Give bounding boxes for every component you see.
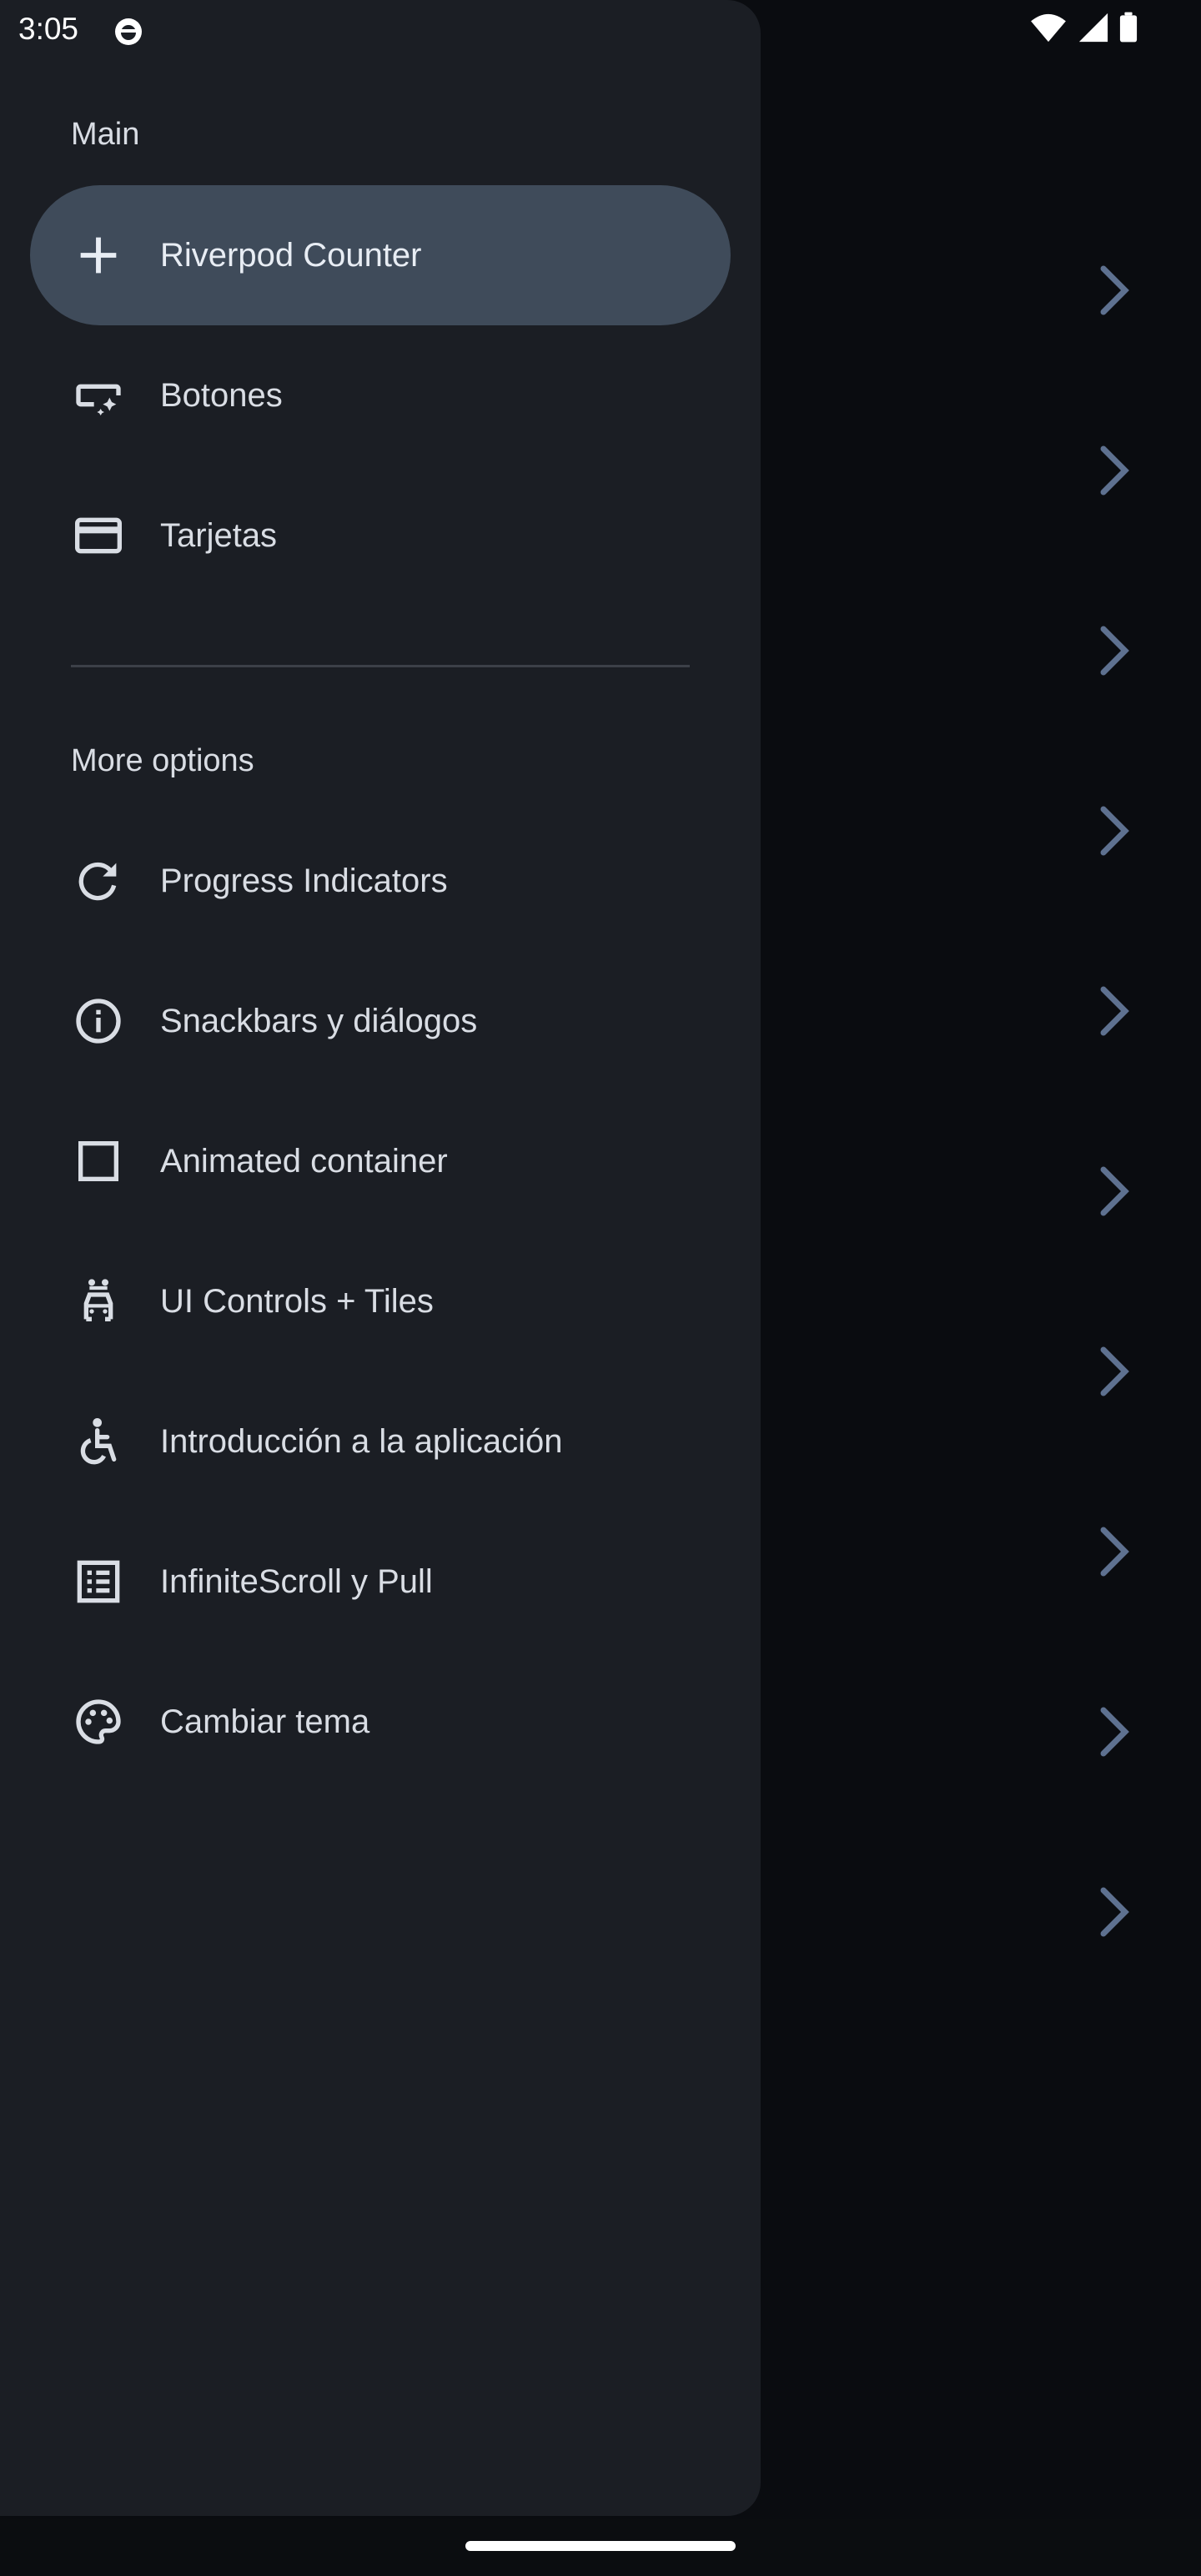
palette-icon <box>72 1695 125 1748</box>
nav-item-cambiar-tema[interactable]: Cambiar tema <box>30 1652 731 1792</box>
battery-icon <box>1119 12 1138 43</box>
nav-item-label: Botones <box>160 376 283 414</box>
nav-item-label: InfiniteScroll y Pull <box>160 1562 433 1600</box>
chevron-right-icon[interactable] <box>1093 1699 1136 1764</box>
section-label-more-options: More options <box>71 743 254 778</box>
chevron-right-icon[interactable] <box>1093 1519 1136 1584</box>
list-alt-icon <box>72 1555 125 1608</box>
status-time: 3:05 <box>18 12 79 46</box>
status-bar: 3:05 <box>0 0 1201 60</box>
nav-item-label: Cambiar tema <box>160 1703 370 1740</box>
nav-item-riverpod-counter[interactable]: Riverpod Counter <box>30 185 731 325</box>
chevron-right-icon[interactable] <box>1093 979 1136 1044</box>
nav-item-infinite-scroll[interactable]: InfiniteScroll y Pull <box>30 1512 731 1652</box>
accessible-icon <box>72 1415 125 1468</box>
chevron-right-icon[interactable] <box>1093 618 1136 683</box>
chevron-right-icon[interactable] <box>1093 1339 1136 1404</box>
nav-item-label: UI Controls + Tiles <box>160 1282 434 1320</box>
car-rental-icon <box>72 1275 125 1328</box>
refresh-icon <box>72 854 125 908</box>
nav-item-animated-container[interactable]: Animated container <box>30 1091 731 1231</box>
wifi-icon <box>1029 12 1068 43</box>
add-icon <box>72 229 125 282</box>
square-outline-icon <box>72 1135 125 1188</box>
smart-button-icon <box>72 369 125 422</box>
nav-item-ui-controls[interactable]: UI Controls + Tiles <box>30 1231 731 1371</box>
section-label-main: Main <box>71 117 140 152</box>
gesture-navigation-bar[interactable] <box>465 2541 736 2551</box>
nav-item-label: Snackbars y diálogos <box>160 1002 478 1039</box>
nav-item-label: Introducción a la aplicación <box>160 1422 563 1460</box>
nav-item-label: Progress Indicators <box>160 862 448 899</box>
credit-card-icon <box>72 509 125 562</box>
navigation-drawer: Main Riverpod Counter Botones Tarjetas M… <box>0 0 761 2516</box>
nav-item-label: Animated container <box>160 1142 448 1180</box>
nav-item-tarjetas[interactable]: Tarjetas <box>30 465 731 606</box>
nav-item-label: Riverpod Counter <box>160 236 422 274</box>
nav-item-botones[interactable]: Botones <box>30 325 731 465</box>
app-notification-icon <box>112 15 145 48</box>
chevron-right-icon[interactable] <box>1093 438 1136 503</box>
nav-item-progress-indicators[interactable]: Progress Indicators <box>30 811 731 951</box>
chevron-right-icon[interactable] <box>1093 798 1136 863</box>
nav-item-introduccion[interactable]: Introducción a la aplicación <box>30 1371 731 1512</box>
nav-item-label: Tarjetas <box>160 516 278 554</box>
signal-icon <box>1078 12 1109 43</box>
info-icon <box>72 994 125 1048</box>
chevron-right-icon[interactable] <box>1093 1879 1136 1945</box>
chevron-right-icon[interactable] <box>1093 258 1136 323</box>
nav-item-snackbars[interactable]: Snackbars y diálogos <box>30 951 731 1091</box>
chevron-right-icon[interactable] <box>1093 1159 1136 1224</box>
divider <box>71 665 690 667</box>
